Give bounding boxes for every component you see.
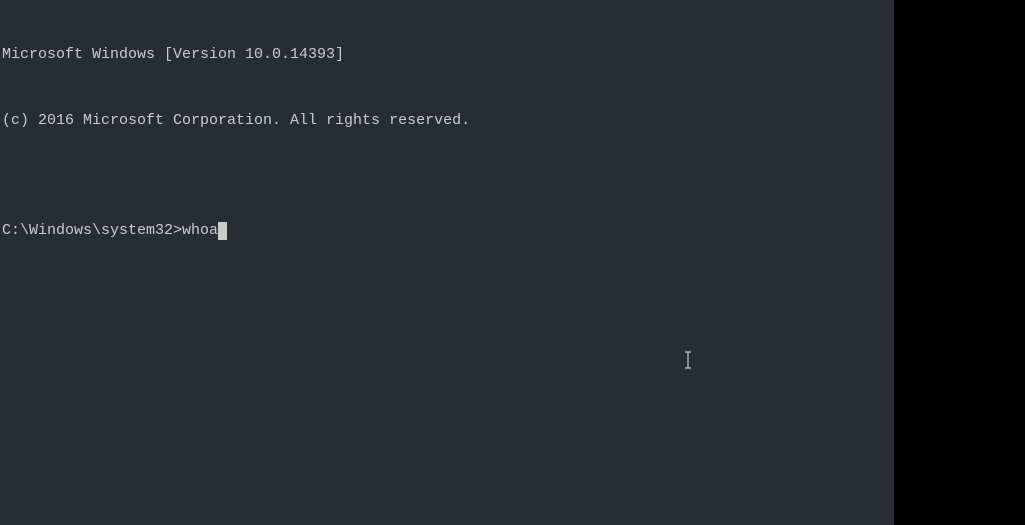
- banner-line-2: (c) 2016 Microsoft Corporation. All righ…: [2, 110, 892, 132]
- terminal-window[interactable]: Microsoft Windows [Version 10.0.14393] (…: [0, 0, 894, 525]
- prompt-line[interactable]: C:\Windows\system32>whoa: [2, 220, 892, 242]
- typed-command: whoa: [182, 220, 218, 242]
- prompt-text: C:\Windows\system32>: [2, 220, 182, 242]
- right-black-panel: [894, 0, 1025, 525]
- banner-line-1: Microsoft Windows [Version 10.0.14393]: [2, 44, 892, 66]
- block-cursor: [218, 222, 227, 240]
- text-cursor-icon: [683, 307, 693, 325]
